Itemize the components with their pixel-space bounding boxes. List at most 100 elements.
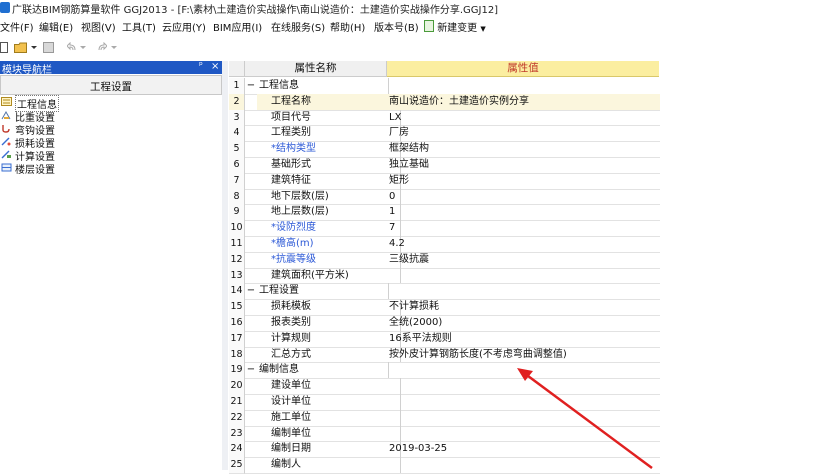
property-name: 损耗模板 bbox=[257, 299, 401, 316]
property-value: 南山说造价：土建造价实例分享 bbox=[389, 95, 529, 107]
property-row[interactable]: 13 建筑面积(平方米) bbox=[229, 267, 660, 285]
property-row[interactable]: 16 报表类别 全统(2000) bbox=[229, 315, 660, 332]
property-row[interactable]: 2 工程名称 南山说造价：土建造价实例分享 bbox=[229, 93, 660, 111]
property-row[interactable]: 5 *结构类型 框架结构 bbox=[229, 141, 660, 158]
nav-item-loss-settings[interactable]: 损耗设置 bbox=[0, 135, 200, 150]
property-value-cell[interactable] bbox=[387, 283, 660, 301]
property-value-cell[interactable]: 16系平法规则 bbox=[387, 331, 660, 348]
property-value-cell[interactable]: 7 bbox=[387, 220, 660, 237]
property-row[interactable]: 3 项目代号 LX bbox=[229, 109, 660, 127]
property-row[interactable]: 18 汇总方式 按外皮计算钢筋长度(不考虑弯曲调整值) bbox=[229, 346, 660, 364]
row-number: 17 bbox=[229, 330, 245, 348]
property-value-cell[interactable] bbox=[387, 378, 660, 395]
row-number: 11 bbox=[229, 236, 245, 253]
property-value-cell[interactable]: 矩形 bbox=[387, 173, 660, 190]
new-file-icon[interactable] bbox=[0, 42, 8, 53]
group-row[interactable]: 19− 编制信息 bbox=[229, 362, 660, 380]
nav-item-calc-settings[interactable]: 计算设置 bbox=[0, 148, 200, 163]
redo-icon[interactable] bbox=[97, 42, 107, 53]
property-value-cell[interactable]: 1 bbox=[387, 204, 660, 222]
close-icon[interactable]: × bbox=[211, 61, 219, 72]
undo-icon[interactable] bbox=[67, 42, 77, 53]
collapse-icon[interactable]: − bbox=[245, 283, 257, 301]
property-value-cell[interactable]: 4.2 bbox=[387, 236, 660, 253]
property-row[interactable]: 22 施工单位 bbox=[229, 409, 660, 427]
property-value: 1 bbox=[389, 206, 396, 218]
property-value-cell[interactable]: 2019-03-25 bbox=[387, 441, 660, 459]
property-value-cell[interactable]: 按外皮计算钢筋长度(不考虑弯曲调整值) bbox=[387, 347, 660, 364]
redo-dropdown-icon[interactable] bbox=[111, 42, 117, 53]
menu-online-service[interactable]: 在线服务(S) bbox=[271, 19, 325, 34]
nav-item-hook-settings[interactable]: 弯钩设置 bbox=[0, 122, 200, 137]
group-row[interactable]: 1− 工程信息 bbox=[229, 78, 660, 95]
tree-spacer bbox=[245, 378, 257, 395]
row-number: 8 bbox=[229, 188, 245, 206]
property-value-cell[interactable] bbox=[387, 410, 660, 427]
property-value-cell[interactable]: 三级抗震 bbox=[387, 252, 660, 269]
property-value-cell[interactable] bbox=[387, 362, 660, 380]
menu-file[interactable]: 文件(F) bbox=[0, 19, 34, 34]
property-row[interactable]: 20 建设单位 bbox=[229, 378, 660, 395]
nav-item-project-info[interactable]: 工程信息 bbox=[0, 95, 200, 112]
property-row[interactable]: 11 *檐高(m) 4.2 bbox=[229, 236, 660, 253]
property-value-cell[interactable] bbox=[387, 268, 660, 285]
property-row[interactable]: 4 工程类别 厂房 bbox=[229, 125, 660, 143]
property-row[interactable]: 9 地上层数(层) 1 bbox=[229, 204, 660, 222]
panel-splitter[interactable] bbox=[222, 61, 228, 470]
property-grid: 属性名称 属性值 1− 工程信息 2 工程名称 南山说造价：土建造价实例分享 3 项目代号 L… bbox=[229, 61, 660, 474]
menu-edit[interactable]: 编辑(E) bbox=[39, 19, 73, 34]
collapse-icon[interactable]: − bbox=[245, 78, 257, 95]
menu-view[interactable]: 视图(V) bbox=[81, 19, 116, 34]
column-header-name[interactable]: 属性名称 bbox=[245, 61, 387, 77]
property-row[interactable]: 8 地下层数(层) 0 bbox=[229, 188, 660, 206]
tab-project-settings[interactable]: 工程设置 bbox=[0, 75, 222, 95]
open-folder-icon[interactable] bbox=[14, 42, 28, 53]
property-value-cell[interactable]: 框架结构 bbox=[387, 141, 660, 158]
property-value-cell[interactable]: LX bbox=[387, 110, 660, 127]
tree-spacer bbox=[245, 94, 257, 111]
column-header-value[interactable]: 属性值 bbox=[387, 61, 659, 77]
property-value-cell[interactable] bbox=[387, 457, 660, 474]
menu-cloud[interactable]: 云应用(Y) bbox=[162, 19, 206, 34]
property-row[interactable]: 7 建筑特征 矩形 bbox=[229, 172, 660, 190]
property-row[interactable]: 24 编制日期 2019-03-25 bbox=[229, 441, 660, 459]
property-value-cell[interactable]: 独立基础 bbox=[387, 157, 660, 174]
menu-bim[interactable]: BIM应用(I) bbox=[213, 19, 262, 34]
new-change-menu[interactable]: 新建变更 ▼ bbox=[424, 19, 486, 34]
property-value-cell[interactable] bbox=[387, 78, 660, 95]
undo-dropdown-icon[interactable] bbox=[80, 42, 86, 53]
new-change-label: 新建变更 bbox=[437, 23, 478, 34]
menu-help[interactable]: 帮助(H) bbox=[330, 19, 365, 34]
pin-icon[interactable]: ᵖ bbox=[199, 61, 203, 71]
property-row[interactable]: 21 设计单位 bbox=[229, 394, 660, 411]
property-value-cell[interactable] bbox=[387, 426, 660, 443]
property-row[interactable]: 25 编制人 bbox=[229, 457, 660, 474]
row-number: 18 bbox=[229, 346, 245, 364]
nav-item-floor-settings[interactable]: 楼层设置 bbox=[0, 161, 200, 176]
property-value-cell[interactable]: 0 bbox=[387, 189, 660, 206]
title-bar: 广联达BIM钢筋算量软件 GGJ2013 - [F:\素材\土建造价实战操作\南… bbox=[0, 0, 840, 16]
property-row[interactable]: 23 编制单位 bbox=[229, 425, 660, 443]
nav-item-weight-settings[interactable]: 比重设置 bbox=[0, 109, 200, 124]
property-row[interactable]: 6 基础形式 独立基础 bbox=[229, 157, 660, 174]
save-icon[interactable] bbox=[43, 42, 54, 53]
property-value: 0 bbox=[389, 190, 396, 202]
group-row[interactable]: 14− 工程设置 bbox=[229, 283, 660, 301]
dropdown-arrow-icon[interactable] bbox=[31, 42, 37, 53]
menu-tools[interactable]: 工具(T) bbox=[122, 19, 156, 34]
tree-spacer bbox=[245, 220, 257, 237]
property-value-cell[interactable]: 厂房 bbox=[387, 125, 660, 143]
row-number: 22 bbox=[229, 409, 245, 427]
property-row[interactable]: 15 损耗模板 不计算损耗 bbox=[229, 299, 660, 316]
property-row[interactable]: 10 *设防烈度 7 bbox=[229, 220, 660, 237]
collapse-icon[interactable]: − bbox=[245, 362, 257, 380]
property-value-cell[interactable]: 南山说造价：土建造价实例分享 bbox=[387, 93, 660, 111]
row-number: 2 bbox=[229, 93, 245, 111]
weight-icon bbox=[1, 111, 11, 120]
property-value-cell[interactable]: 不计算损耗 bbox=[387, 299, 660, 316]
menu-version[interactable]: 版本号(B) bbox=[374, 19, 419, 34]
property-value-cell[interactable] bbox=[387, 394, 660, 411]
property-row[interactable]: 12 *抗震等级 三级抗震 bbox=[229, 251, 660, 269]
property-value-cell[interactable]: 全统(2000) bbox=[387, 315, 660, 332]
property-row[interactable]: 17 计算规则 16系平法规则 bbox=[229, 330, 660, 348]
